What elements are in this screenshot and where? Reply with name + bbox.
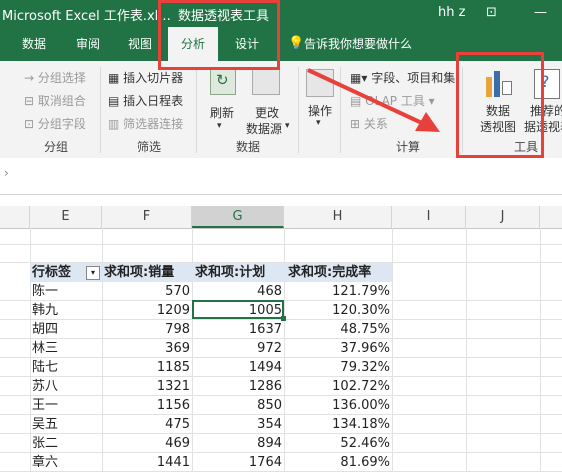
annotation-arrow [307,68,440,132]
